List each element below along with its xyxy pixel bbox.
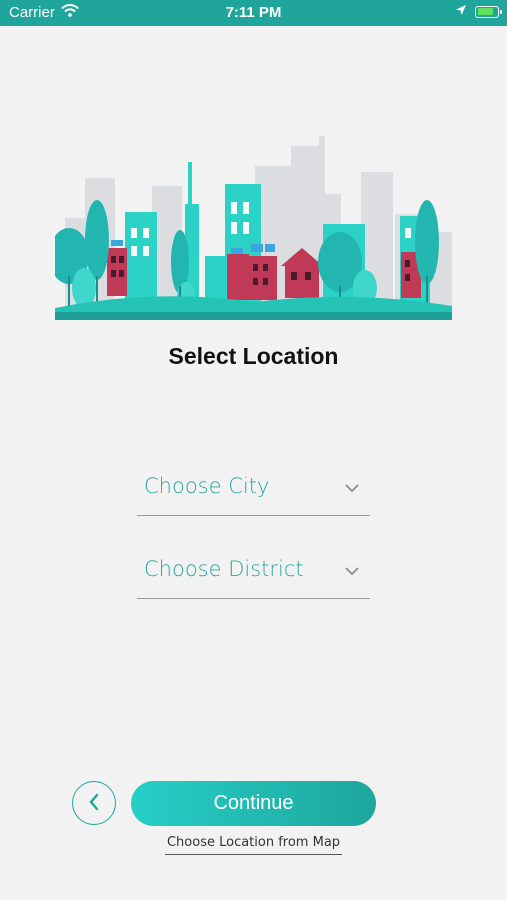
city-illustration [55,136,452,320]
location-arrow-icon [455,3,467,20]
status-bar: Carrier 7:11 PM [0,0,507,26]
battery-fill [477,8,493,15]
battery-charging-icon [475,5,502,18]
status-right-group [455,3,502,20]
district-select-label: Choose District [144,557,304,581]
city-select[interactable]: Choose City [137,468,370,516]
page-title: Select Location [168,343,339,369]
chevron-down-icon [344,563,360,581]
continue-button[interactable]: Continue [131,781,376,826]
choose-from-map-link[interactable]: Choose Location from Map [164,835,343,855]
back-button[interactable] [72,781,116,825]
chevron-down-icon [344,480,360,498]
chevron-left-icon [88,793,100,814]
city-select-label: Choose City [144,474,270,498]
district-select[interactable]: Choose District [137,551,370,599]
map-link-container: Choose Location from Map [0,833,507,855]
status-time: 7:11 PM [225,4,282,21]
